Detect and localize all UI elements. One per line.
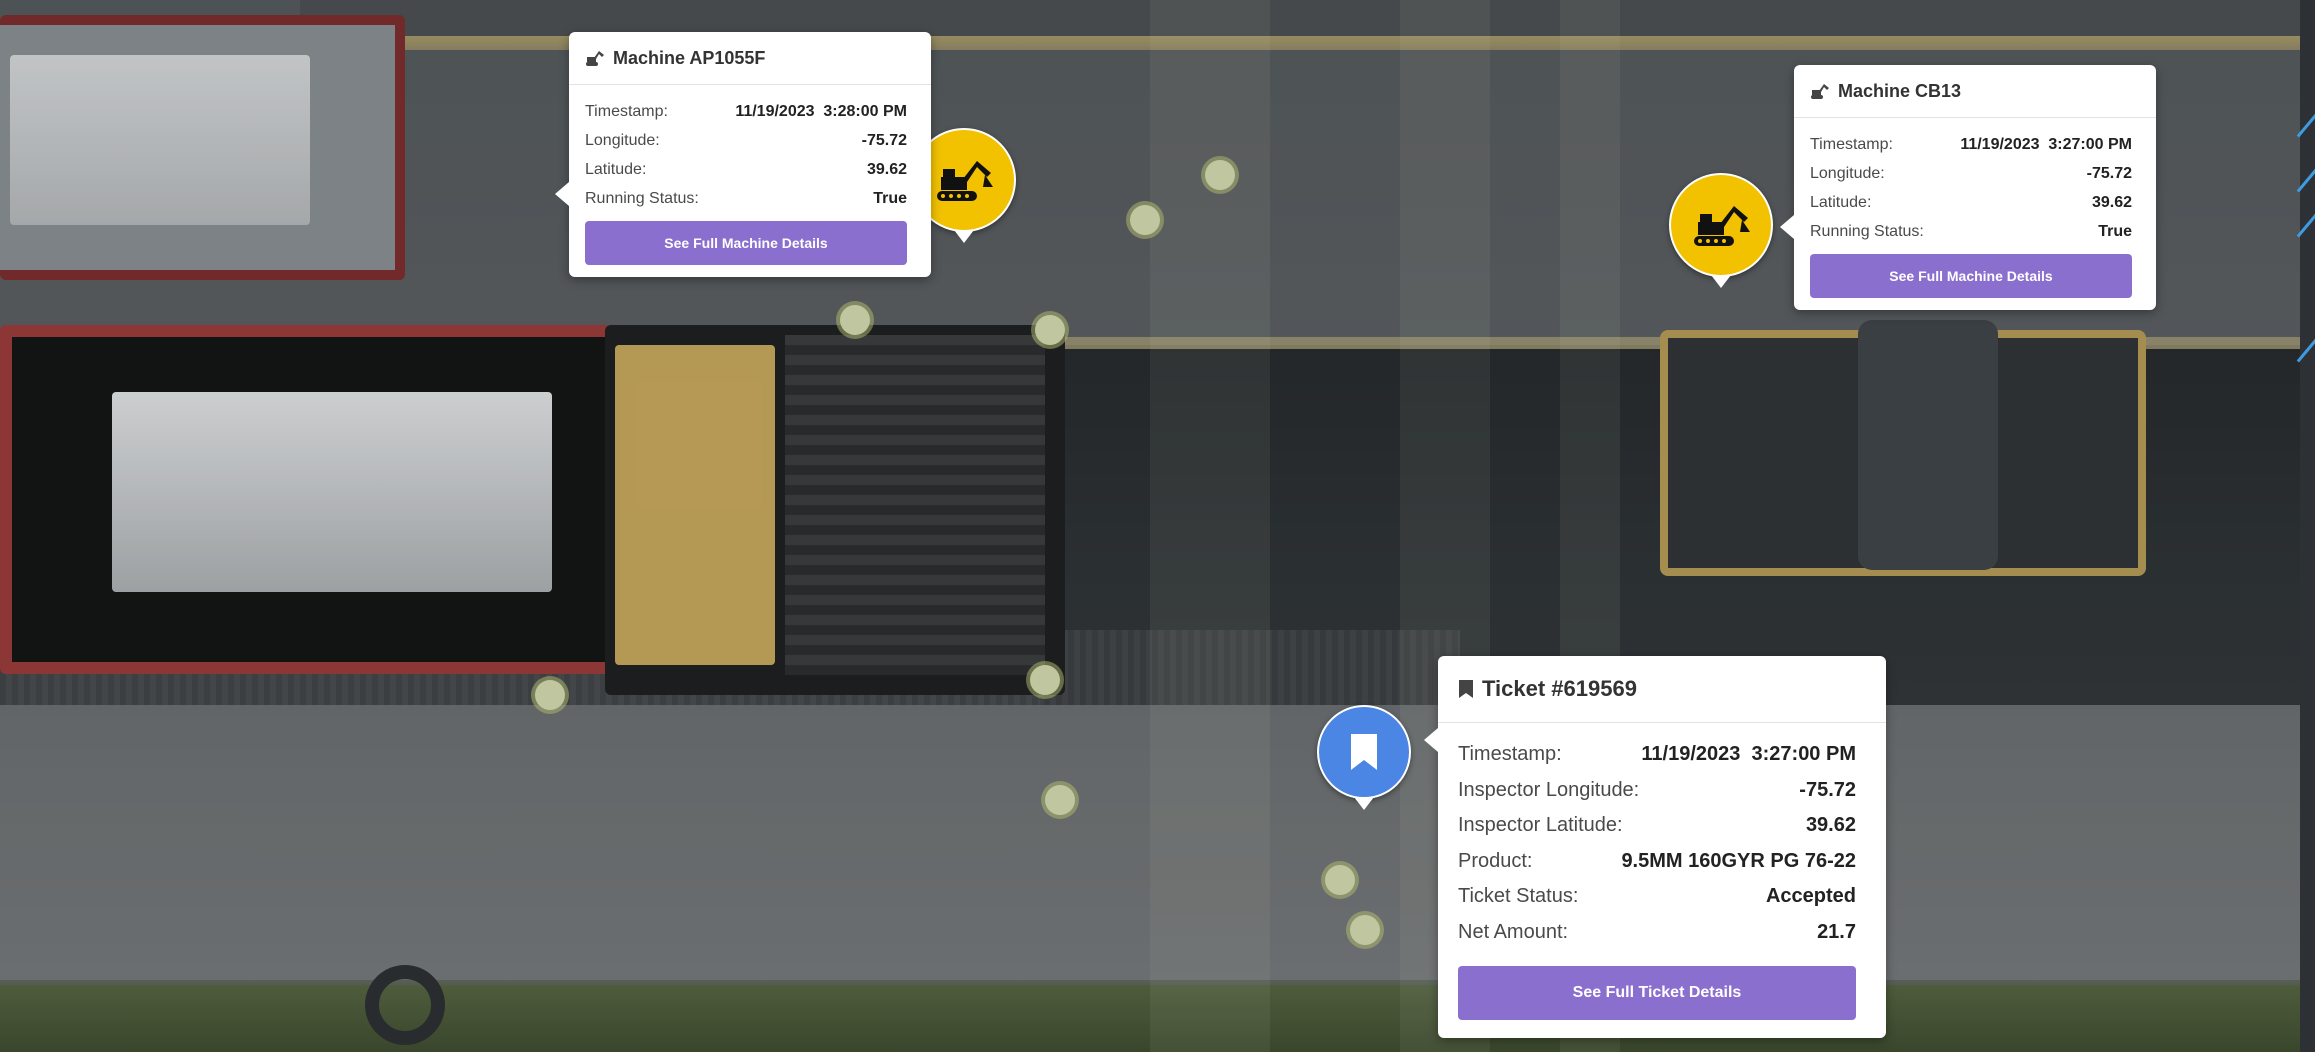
- excavator-icon: [1694, 206, 1750, 246]
- excavator-icon: [1811, 84, 1829, 99]
- latitude-row: Latitude: 39.62: [1810, 193, 2132, 211]
- ticket-card-619569: Ticket #619569 Timestamp: 11/19/2023 3:27…: [1424, 656, 1886, 1038]
- inspector-latitude-row: Inspector Latitude: 39.62: [1458, 814, 1856, 837]
- excavator-icon: [937, 161, 993, 201]
- net-amount-row: Net Amount: 21.7: [1458, 920, 1856, 943]
- slide-edge: [2296, 0, 2315, 1052]
- timestamp-row: Timestamp: 11/19/2023 3:27:00 PM: [1458, 743, 1856, 766]
- timestamp-row: Timestamp: 11/19/2023 3:27:00 PM: [1810, 135, 2132, 153]
- card-header: Machine CB13: [1794, 65, 2156, 118]
- bookmark-icon: [1351, 734, 1377, 770]
- see-full-machine-details-button[interactable]: See Full Machine Details: [585, 221, 907, 265]
- ticket-marker-619569[interactable]: [1317, 705, 1411, 799]
- longitude-row: Longitude: -75.72: [1810, 164, 2132, 182]
- bookmark-icon: [1459, 680, 1473, 698]
- card-header: Machine AP1055F: [569, 32, 931, 85]
- inspector-longitude-row: Inspector Longitude: -75.72: [1458, 778, 1856, 801]
- excavator-icon: [586, 51, 604, 66]
- latitude-row: Latitude: 39.62: [585, 160, 907, 178]
- ticket-status-row: Ticket Status: Accepted: [1458, 885, 1856, 908]
- see-full-machine-details-button[interactable]: See Full Machine Details: [1810, 254, 2132, 298]
- product-row: Product: 9.5MM 160GYR PG 76-22: [1458, 849, 1856, 872]
- longitude-row: Longitude: -75.72: [585, 131, 907, 149]
- card-title: Ticket #619569: [1482, 676, 1637, 701]
- timestamp-row: Timestamp: 11/19/2023 3:28:00 PM: [585, 102, 907, 120]
- running-status-row: Running Status: True: [1810, 222, 2132, 240]
- card-header: Ticket #619569: [1438, 656, 1886, 723]
- machine-marker-cb13[interactable]: [1669, 173, 1773, 277]
- card-title: Machine AP1055F: [613, 47, 766, 68]
- machine-card-cb13: Machine CB13 Timestamp: 11/19/2023 3:27:0…: [1780, 65, 2156, 310]
- card-title: Machine CB13: [1838, 80, 1962, 101]
- running-status-row: Running Status: True: [585, 189, 907, 207]
- machine-card-ap1055f: Machine AP1055F Timestamp: 11/19/2023 3:2…: [555, 32, 931, 277]
- see-full-ticket-details-button[interactable]: See Full Ticket Details: [1458, 966, 1856, 1020]
